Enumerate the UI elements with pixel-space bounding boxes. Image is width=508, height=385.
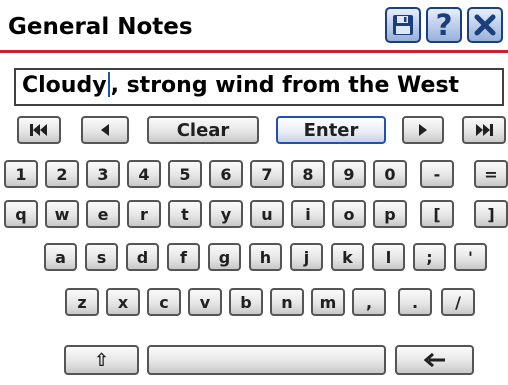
key-u[interactable]: u	[250, 200, 284, 228]
key-j[interactable]: j	[290, 243, 323, 271]
key-slash[interactable]: /	[441, 288, 475, 316]
key-minus[interactable]: -	[420, 160, 454, 188]
key-3[interactable]: 3	[86, 160, 120, 188]
key-f[interactable]: f	[167, 243, 200, 271]
space-bar[interactable]	[147, 345, 386, 375]
key-q[interactable]: q	[4, 200, 38, 228]
key-b[interactable]: b	[229, 288, 263, 316]
backspace-key[interactable]	[395, 345, 474, 375]
key-5[interactable]: 5	[168, 160, 202, 188]
page-title: General Notes	[8, 14, 193, 40]
key-close-bracket[interactable]: ]	[474, 200, 508, 228]
close-icon	[474, 14, 496, 36]
last-icon	[476, 124, 493, 136]
key-r[interactable]: r	[127, 200, 161, 228]
key-9[interactable]: 9	[332, 160, 366, 188]
enter-button[interactable]: Enter	[276, 116, 386, 144]
key-7[interactable]: 7	[250, 160, 284, 188]
first-icon	[30, 124, 47, 136]
key-equal[interactable]: =	[474, 160, 508, 188]
key-s[interactable]: s	[85, 243, 118, 271]
back-arrow-icon	[423, 353, 445, 367]
next-button[interactable]	[402, 116, 444, 144]
key-c[interactable]: c	[147, 288, 181, 316]
key-semicolon[interactable]: ;	[413, 243, 446, 271]
key-comma[interactable]: ,	[352, 288, 386, 316]
key-i[interactable]: i	[291, 200, 325, 228]
right-arrow-icon	[419, 124, 427, 136]
key-1[interactable]: 1	[4, 160, 38, 188]
text-caret	[107, 72, 110, 97]
key-o[interactable]: o	[332, 200, 366, 228]
key-open-bracket[interactable]: [	[420, 200, 454, 228]
key-v[interactable]: v	[188, 288, 222, 316]
key-6[interactable]: 6	[209, 160, 243, 188]
key-d[interactable]: d	[126, 243, 159, 271]
left-arrow-icon	[101, 124, 109, 136]
save-icon	[393, 15, 413, 35]
key-period[interactable]: .	[398, 288, 432, 316]
key-t[interactable]: t	[168, 200, 202, 228]
key-8[interactable]: 8	[291, 160, 325, 188]
key-a[interactable]: a	[44, 243, 77, 271]
key-h[interactable]: h	[249, 243, 282, 271]
shift-key[interactable]: ⇧	[64, 345, 139, 375]
key-z[interactable]: z	[65, 288, 99, 316]
last-button[interactable]	[462, 116, 506, 144]
help-icon: ?	[435, 7, 453, 42]
key-m[interactable]: m	[311, 288, 345, 316]
key-l[interactable]: l	[372, 243, 405, 271]
key-k[interactable]: k	[331, 243, 364, 271]
key-n[interactable]: n	[270, 288, 304, 316]
shift-icon: ⇧	[93, 349, 110, 371]
key-x[interactable]: x	[106, 288, 140, 316]
key-g[interactable]: g	[208, 243, 241, 271]
save-button[interactable]	[385, 7, 421, 43]
key-y[interactable]: y	[209, 200, 243, 228]
key-e[interactable]: e	[86, 200, 120, 228]
notes-input[interactable]: Cloudy, strong wind from the West	[14, 68, 504, 106]
key-apostrophe[interactable]: '	[454, 243, 487, 271]
prev-button[interactable]	[81, 116, 129, 144]
input-text-before-caret: Cloudy	[22, 73, 107, 98]
title-divider	[0, 50, 508, 53]
help-button[interactable]: ?	[426, 7, 462, 43]
key-4[interactable]: 4	[127, 160, 161, 188]
key-w[interactable]: w	[45, 200, 79, 228]
input-text-after-caret: , strong wind from the West	[110, 73, 460, 98]
first-button[interactable]	[17, 116, 61, 144]
key-p[interactable]: p	[373, 200, 407, 228]
clear-button[interactable]: Clear	[147, 116, 259, 144]
key-0[interactable]: 0	[373, 160, 407, 188]
key-2[interactable]: 2	[45, 160, 79, 188]
close-button[interactable]	[467, 7, 503, 43]
